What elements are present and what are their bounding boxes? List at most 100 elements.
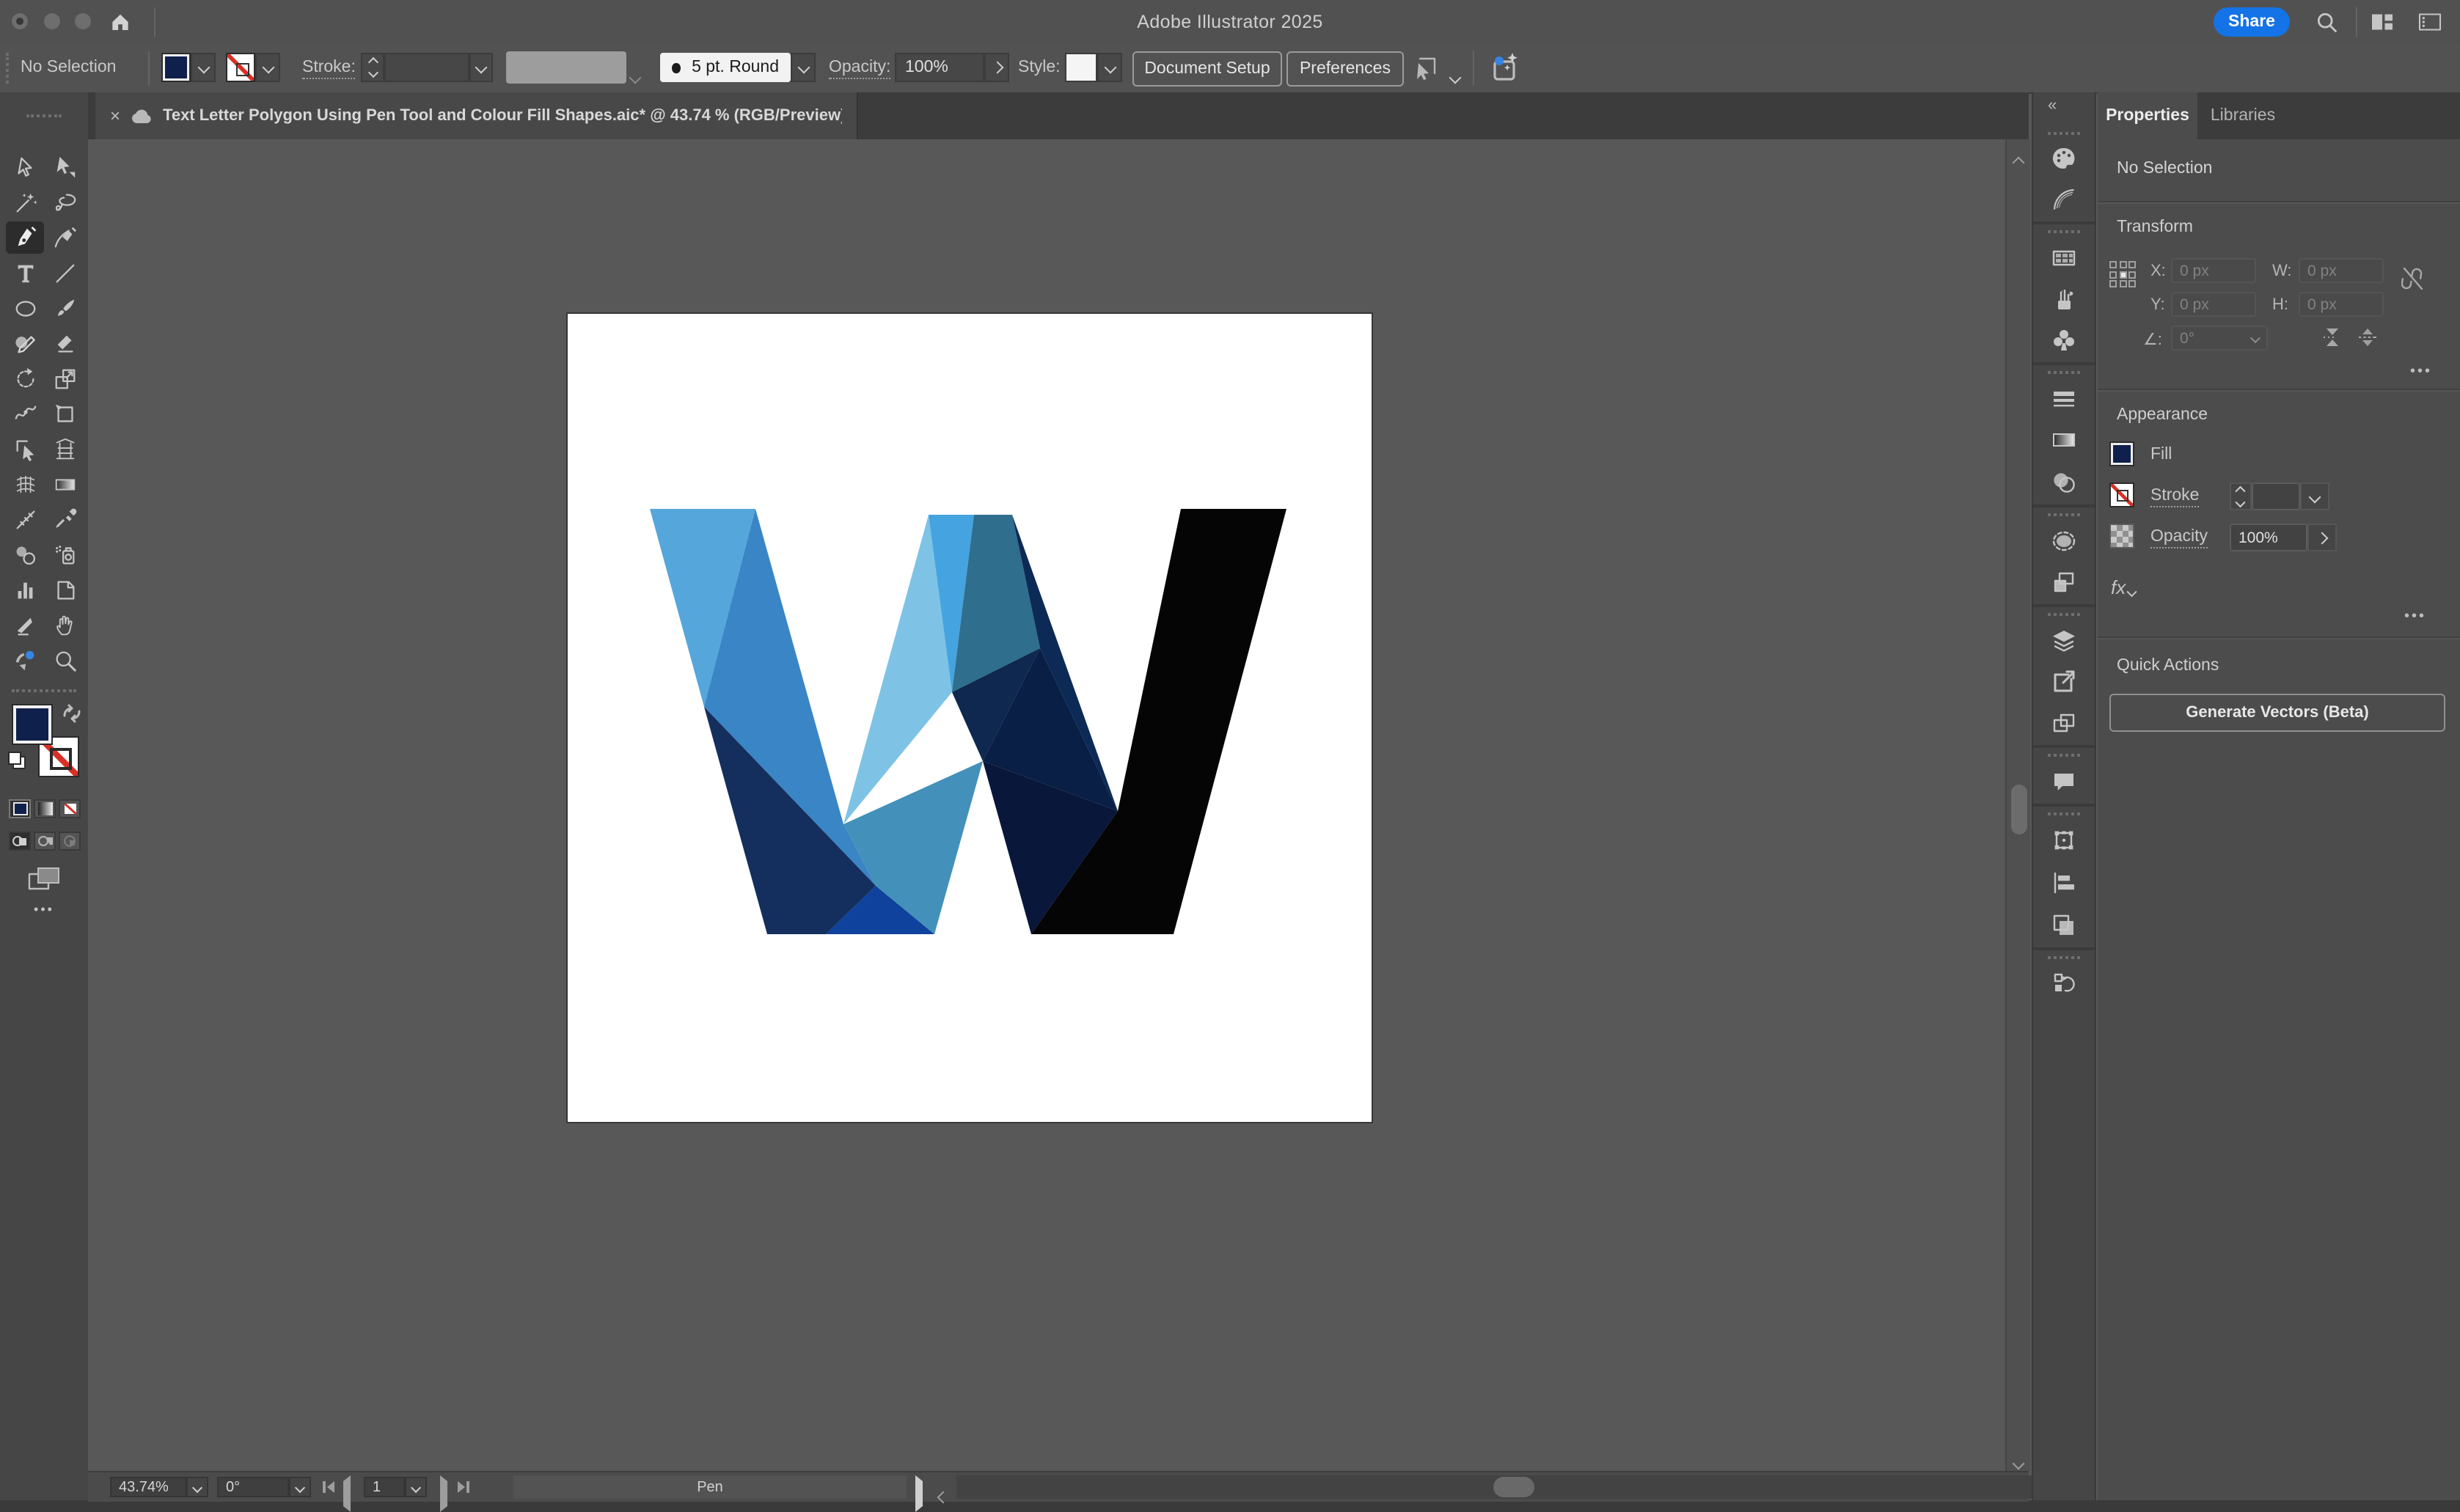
toolbar-more-button[interactable]: ••• xyxy=(0,902,88,917)
h-field[interactable]: 0 px xyxy=(2299,292,2384,317)
screen-mode-button[interactable] xyxy=(28,867,60,892)
tool-measure[interactable] xyxy=(6,503,44,535)
tool-perspective-grid[interactable] xyxy=(45,433,84,465)
y-field[interactable]: 0 px xyxy=(2171,292,2256,317)
tool-zoom[interactable] xyxy=(45,644,84,676)
zoom-level-dropdown[interactable] xyxy=(186,1477,208,1497)
link-dimensions-icon[interactable] xyxy=(2401,265,2425,292)
panel-history-icon[interactable] xyxy=(2051,971,2077,997)
appearance-fill-swatch[interactable] xyxy=(2109,441,2134,466)
stroke-color-swatch-none[interactable] xyxy=(226,53,255,82)
tool-rotate-view[interactable] xyxy=(6,644,44,676)
tool-scale[interactable] xyxy=(45,362,84,394)
scroll-left-icon[interactable] xyxy=(939,1483,948,1509)
tool-direct-selection[interactable] xyxy=(45,151,84,183)
first-artboard-icon[interactable] xyxy=(323,1481,334,1493)
previous-artboard-icon[interactable] xyxy=(343,1481,351,1508)
panel-color-guide-icon[interactable] xyxy=(2051,186,2077,213)
scroll-up-icon[interactable] xyxy=(2014,148,2023,175)
tool-blend[interactable] xyxy=(6,538,44,570)
brush-preview-dropdown[interactable] xyxy=(631,63,640,89)
opacity-field[interactable]: 100% xyxy=(895,53,984,82)
canvas-area[interactable] xyxy=(88,139,2005,1471)
x-field[interactable]: 0 px xyxy=(2171,258,2256,283)
tool-selection[interactable] xyxy=(6,151,44,183)
stroke-weight-field[interactable] xyxy=(384,53,469,82)
appearance-fill-label[interactable]: Fill xyxy=(2150,446,2172,463)
default-fill-stroke-icon[interactable] xyxy=(7,751,26,770)
rotation-field[interactable]: 0° xyxy=(217,1477,289,1497)
panel-layers-icon[interactable] xyxy=(2051,628,2077,654)
fill-color-swatch[interactable] xyxy=(161,53,191,82)
tool-hand[interactable] xyxy=(45,609,84,641)
tool-magic-wand[interactable] xyxy=(6,186,44,219)
tool-symbol-sprayer[interactable] xyxy=(45,538,84,570)
stroke-weight-stepper[interactable] xyxy=(361,53,384,82)
transform-more-options[interactable]: ••• xyxy=(2410,364,2432,380)
stroke-width-dropdown[interactable] xyxy=(2300,482,2329,510)
panel-gradient-icon[interactable] xyxy=(2051,427,2077,453)
tool-mesh[interactable] xyxy=(6,468,44,500)
workspace-switcher-icon[interactable] xyxy=(2371,12,2394,32)
flip-vertical-icon[interactable] xyxy=(2356,327,2379,348)
tool-curvature[interactable] xyxy=(45,221,84,254)
appearance-stroke-label[interactable]: Stroke xyxy=(2150,487,2200,507)
stroke-weight-dropdown[interactable] xyxy=(469,53,493,82)
tool-line-segment[interactable] xyxy=(45,257,84,289)
generate-vectors-button[interactable]: Generate Vectors (Beta) xyxy=(2109,694,2445,732)
vertical-scroll-thumb[interactable] xyxy=(2010,785,2027,834)
w-field[interactable]: 0 px xyxy=(2299,258,2384,283)
horizontal-scroll-thumb[interactable] xyxy=(1493,1477,1534,1497)
tool-type[interactable] xyxy=(6,257,44,289)
document-setup-button[interactable]: Document Setup xyxy=(1132,51,1282,87)
tool-gradient[interactable] xyxy=(45,468,84,500)
appearance-opacity-swatch[interactable] xyxy=(2109,524,2134,548)
tool-paintbrush[interactable] xyxy=(45,292,84,324)
panel-align-icon[interactable] xyxy=(2051,870,2077,896)
brush-definition-dropdown[interactable] xyxy=(791,53,816,82)
panel-pathfinder-icon[interactable] xyxy=(2051,912,2077,939)
tool-pencil[interactable] xyxy=(6,327,44,359)
none-mode-button[interactable] xyxy=(59,799,81,818)
brush-definition-button[interactable]: 5 pt. Round xyxy=(660,53,791,82)
stroke-width-stepper[interactable] xyxy=(2230,482,2252,510)
status-flyout-icon[interactable] xyxy=(915,1481,923,1508)
panel-appearance-icon[interactable] xyxy=(2051,528,2077,554)
gradient-mode-button[interactable] xyxy=(34,799,56,818)
style-swatch[interactable] xyxy=(1065,53,1097,82)
last-artboard-icon[interactable] xyxy=(458,1481,469,1493)
tool-pen[interactable] xyxy=(6,221,44,254)
preferences-button[interactable]: Preferences xyxy=(1286,51,1404,87)
swap-fill-stroke-icon[interactable] xyxy=(62,704,82,723)
horizontal-scrollbar[interactable] xyxy=(956,1475,2086,1499)
tool-eraser[interactable] xyxy=(45,327,84,359)
artboard-number-field[interactable]: 1 xyxy=(364,1477,405,1497)
appearance-opacity-label[interactable]: Opacity xyxy=(2150,528,2208,548)
panel-symbols-icon[interactable] xyxy=(2051,327,2077,353)
tool-artboard[interactable] xyxy=(45,573,84,606)
panel-brushes-icon[interactable] xyxy=(2051,286,2077,312)
tool-lasso[interactable] xyxy=(45,186,84,219)
angle-field[interactable]: 0° xyxy=(2171,326,2268,351)
opacity-label[interactable]: Opacity: xyxy=(829,59,890,79)
tool-eyedropper[interactable] xyxy=(45,503,84,535)
tool-free-transform[interactable] xyxy=(45,397,84,430)
share-button[interactable]: Share xyxy=(2214,7,2290,37)
panel-asset-export-icon[interactable] xyxy=(2051,669,2077,695)
appearance-opacity-field[interactable]: 100% xyxy=(2230,524,2307,551)
stroke-color-dropdown[interactable] xyxy=(255,53,280,82)
draw-inside-button[interactable] xyxy=(59,832,81,851)
tool-width[interactable] xyxy=(6,397,44,430)
stroke-weight-label[interactable]: Stroke: xyxy=(302,59,356,79)
search-icon[interactable] xyxy=(2315,10,2338,34)
document-tab[interactable]: × Text Letter Polygon Using Pen Tool and… xyxy=(95,92,858,139)
panel-stroke-icon[interactable] xyxy=(2051,386,2077,412)
select-similar-icon[interactable] xyxy=(1411,53,1441,82)
tab-close-icon[interactable]: × xyxy=(110,106,120,126)
panel-smart-guides-icon[interactable] xyxy=(2051,827,2077,854)
tool-column-graph[interactable] xyxy=(6,573,44,606)
opacity-flyout[interactable] xyxy=(984,53,1009,82)
draw-behind-button[interactable] xyxy=(34,832,56,851)
tool-rotate[interactable] xyxy=(6,362,44,394)
panel-swatches-icon[interactable] xyxy=(2051,245,2077,271)
